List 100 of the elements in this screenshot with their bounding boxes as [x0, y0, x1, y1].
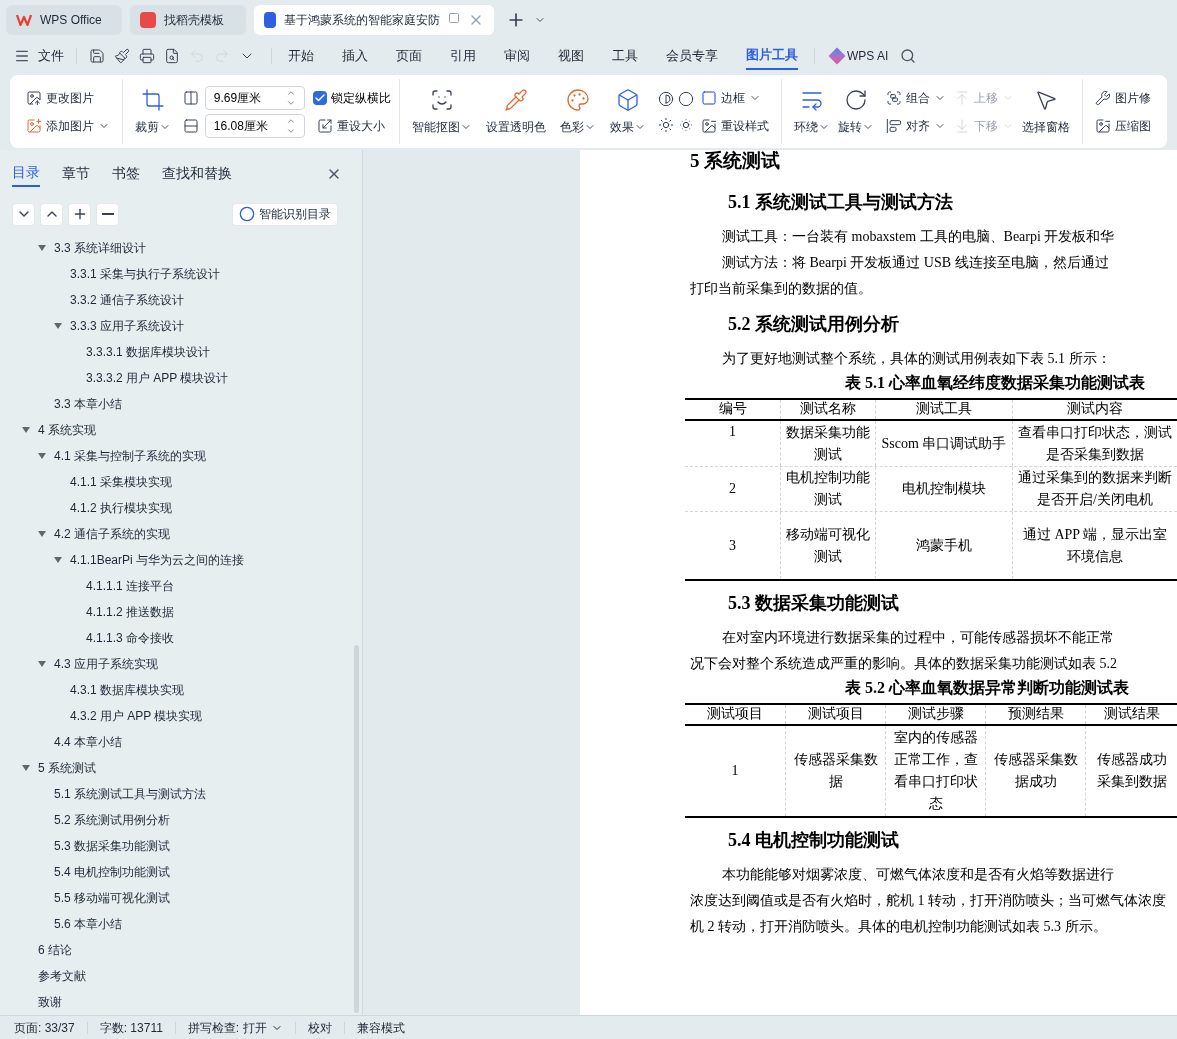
table-cell: 数据采集功能测试	[780, 421, 875, 466]
expanded-triangle-icon[interactable]	[38, 531, 46, 537]
outline-item[interactable]: 4.1.1 采集模块实现	[0, 469, 362, 495]
ribbon-button[interactable]: 边框	[697, 85, 774, 110]
ribbon-button[interactable]: 图片修	[1091, 85, 1155, 110]
pane-tab[interactable]: 目录	[12, 160, 40, 187]
ribbon-button[interactable]: 重设样式	[697, 113, 774, 138]
outline-item[interactable]: 4.1.1BearPi 与华为云之间的连接	[0, 547, 362, 573]
expanded-triangle-icon[interactable]	[54, 323, 62, 329]
ribbon-tab[interactable]: 审阅	[504, 42, 530, 70]
outline-item[interactable]: 6 结论	[0, 937, 362, 963]
file-menu[interactable]: 文件	[14, 46, 64, 66]
outline-item[interactable]: 4.1.1.2 推送数据	[0, 599, 362, 625]
outline-item[interactable]: 4.2 通信子系统的实现	[0, 521, 362, 547]
body-paragraph: 本功能能够对烟雾浓度、可燃气体浓度和是否有火焰等数据进行 浓度达到阈值或是否有火焰时，舵机 1 转动，打开消防喷头；当可燃气体浓度 机 2 转动，打开消防喷头。具体的电机控制功能测试如表 5.3 所示。	[690, 866, 1166, 936]
expanded-triangle-icon[interactable]	[22, 765, 30, 771]
size-field[interactable]: 9.69厘米	[204, 85, 305, 110]
window-tab[interactable]: WPS Office	[6, 5, 122, 35]
ribbon-tab[interactable]: 引用	[450, 42, 476, 70]
outline-item[interactable]: 3.3.3.1 数据库模块设计	[0, 339, 362, 365]
window-tab[interactable]: 找稻壳模板	[130, 5, 246, 35]
outline-item[interactable]: 4.3 应用子系统实现	[0, 651, 362, 677]
outline-item[interactable]: 5.5 移动端可视化测试	[0, 885, 362, 911]
pane-tab[interactable]: 书签	[112, 160, 140, 187]
outline-item[interactable]: 5.6 本章小结	[0, 911, 362, 937]
outline-item[interactable]: 3.3.3 应用子系统设计	[0, 313, 362, 339]
ribbon-tab[interactable]: 会员专享	[666, 42, 718, 70]
ribbon-tab[interactable]: 开始	[288, 42, 314, 70]
outline-item[interactable]: 4.3.1 数据库模块实现	[0, 677, 362, 703]
spell-check-button[interactable]: 拼写检查: 打开	[187, 1018, 283, 1037]
table-header-cell: 测试名称	[780, 400, 875, 419]
outline-item[interactable]: 3.3 系统详细设计	[0, 235, 362, 261]
outline-item[interactable]: 致谢	[0, 989, 362, 1015]
outline-item[interactable]: 3.3.3.2 用户 APP 模块设计	[0, 365, 362, 391]
pane-tab[interactable]: 查找和替换	[162, 160, 232, 187]
word-count[interactable]: 字数: 13711	[99, 1018, 163, 1037]
ribbon-button[interactable]: 旋转	[834, 87, 879, 136]
pane-tab[interactable]: 章节	[62, 160, 90, 187]
ribbon-tab[interactable]: 工具	[612, 42, 638, 70]
ribbon-button[interactable]: 组合	[882, 85, 951, 110]
section-heading: 5.4 电机控制功能测试	[728, 829, 899, 852]
brightness-up-icon	[657, 116, 674, 133]
outline-item[interactable]: 5.1 系统测试工具与测试方法	[0, 781, 362, 807]
window-tab[interactable]: 基于鸿蒙系统的智能家庭安防	[254, 5, 494, 35]
outline-item[interactable]: 3.3 本章小结	[0, 391, 362, 417]
ribbon-tab[interactable]: 页面	[396, 42, 422, 70]
expanded-triangle-icon[interactable]	[54, 557, 62, 563]
search-icon[interactable]	[900, 48, 917, 64]
ribbon-button[interactable]: 对齐	[882, 113, 951, 138]
ribbon-button[interactable]: 重设大小	[312, 113, 391, 138]
outline-item[interactable]: 5 系统测试	[0, 755, 362, 781]
outline-item[interactable]: 4 系统实现	[0, 417, 362, 443]
outline-item[interactable]: 3.3.2 通信子系统设计	[0, 287, 362, 313]
wps-ai-button[interactable]: WPS AI	[831, 47, 889, 65]
outline-item[interactable]: 5.2 系统测试用例分析	[0, 807, 362, 833]
smart-toc-button[interactable]: 智能识别目录	[232, 202, 338, 226]
expanded-triangle-icon[interactable]	[38, 453, 46, 459]
promote-button[interactable]	[68, 202, 91, 226]
outline-item[interactable]: 5.3 数据采集功能测试	[0, 833, 362, 859]
ribbon-button[interactable]: 智能抠图	[407, 87, 476, 136]
outline-item[interactable]: 4.3.2 用户 APP 模块实现	[0, 703, 362, 729]
align-icon	[886, 117, 903, 134]
outline-item[interactable]: 5.4 电机控制功能测试	[0, 859, 362, 885]
ribbon-button[interactable]: 更改图片	[22, 85, 114, 110]
chapter-heading: 5 系统测试	[690, 150, 781, 172]
expanded-triangle-icon[interactable]	[22, 427, 30, 433]
proofread-button[interactable]: 校对	[307, 1018, 332, 1037]
expanded-triangle-icon[interactable]	[38, 661, 46, 667]
ribbon-button[interactable]: 色彩	[555, 87, 600, 136]
section-heading: 5.3 数据采集功能测试	[728, 592, 899, 615]
ribbon-tab[interactable]: 视图	[558, 42, 584, 70]
outline-item[interactable]: 4.1 采集与控制子系统的实现	[0, 443, 362, 469]
table-cell: 通过采集到的数据来判断是否开启/关闭电机	[1012, 467, 1177, 511]
ribbon-tab[interactable]: 图片工具	[746, 42, 798, 70]
outline-item[interactable]: 参考文献	[0, 963, 362, 989]
ribbon-button[interactable]: 压缩图	[1091, 113, 1155, 138]
expanded-triangle-icon[interactable]	[38, 245, 46, 251]
ribbon-tab[interactable]: 插入	[342, 42, 368, 70]
demote-button[interactable]	[96, 202, 119, 226]
compress-picture-icon	[1095, 117, 1111, 134]
ribbon-button[interactable]: 效果	[605, 87, 650, 136]
brightness-down-icon	[677, 116, 694, 133]
ribbon-button[interactable]: 设置透明色	[481, 87, 550, 136]
page-count[interactable]: 页面: 33/37	[14, 1018, 75, 1037]
ribbon-button[interactable]: 添加图片	[22, 113, 114, 138]
outline-item[interactable]: 4.1.2 执行模块实现	[0, 495, 362, 521]
ribbon-button[interactable]: 裁剪	[130, 87, 175, 136]
size-field[interactable]: 16.08厘米	[204, 113, 305, 138]
table-cell-text: 1	[728, 423, 737, 441]
table-cell: Sscom 串口调试助手	[875, 421, 1012, 466]
checkbox[interactable]	[312, 90, 327, 105]
outline-item[interactable]: 4.1.1.3 命令接收	[0, 625, 362, 651]
outline-item[interactable]: 4.4 本章小结	[0, 729, 362, 755]
scrollbar[interactable]	[354, 645, 359, 1013]
change-picture-icon	[26, 89, 42, 106]
screen-icon[interactable]	[448, 12, 460, 24]
ribbon-button[interactable]: 选择窗格	[1018, 87, 1075, 136]
outline-item[interactable]: 4.1.1.1 连接平台	[0, 573, 362, 599]
outline-item[interactable]: 3.3.1 采集与执行子系统设计	[0, 261, 362, 287]
ribbon-button[interactable]: 环绕	[790, 87, 835, 136]
